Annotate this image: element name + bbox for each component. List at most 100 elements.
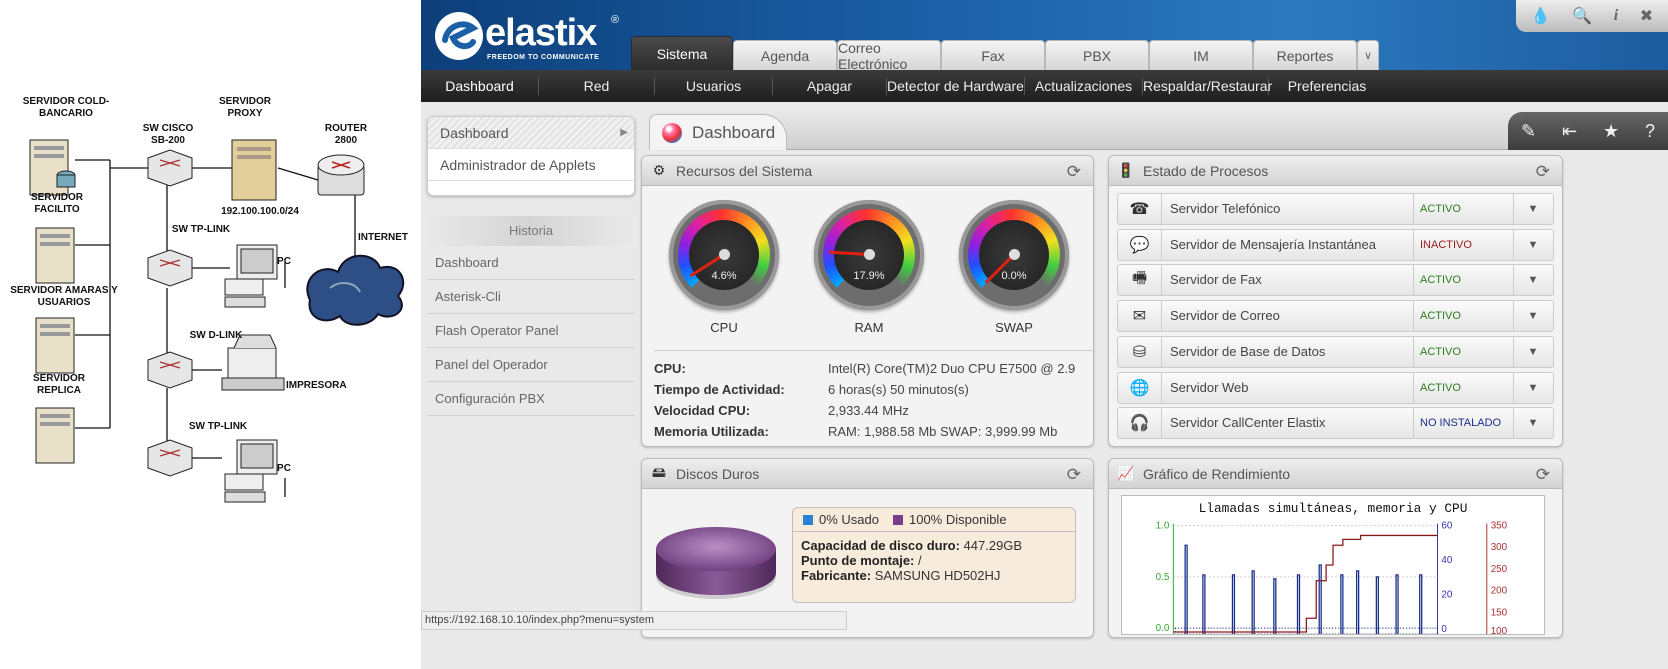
elastix-logo[interactable]: elastix FREEDOM TO COMMUNICATE ®	[433, 10, 619, 65]
subnav-apagar[interactable]: Apagar	[773, 77, 887, 95]
globe-icon: 🌐	[1118, 372, 1162, 403]
chevron-down-icon[interactable]: ▼	[1514, 274, 1552, 286]
drop-icon[interactable]: 💧	[1531, 6, 1551, 26]
panel-recursos: ⚙ Recursos del Sistema ⟳ 4.6% CPU 17.9% …	[641, 155, 1094, 447]
refresh-icon[interactable]: ⟳	[1536, 162, 1550, 182]
tab-fax[interactable]: Fax	[941, 40, 1045, 70]
edit-icon[interactable]: ✎	[1521, 121, 1536, 142]
subnav-red[interactable]: Red	[539, 77, 655, 95]
cpu-series-line	[1184, 544, 1423, 634]
process-row: 🖷 Servidor de Fax ACTIVO ▼	[1117, 264, 1554, 297]
tab-im[interactable]: IM	[1149, 40, 1253, 70]
gauge-cpu-label: CPU	[710, 320, 738, 335]
network-diagram: SERVIDOR COLD- BANCARIO SERVIDOR PROXY S…	[0, 0, 420, 669]
tick-right: 100	[1491, 626, 1508, 635]
label-router: ROUTER 2800	[324, 123, 368, 146]
refresh-icon[interactable]: ⟳	[1067, 162, 1081, 182]
tick-left: 0.5	[1156, 572, 1170, 583]
tab-correo[interactable]: Correo Electrónico	[837, 40, 941, 72]
dashboard-tab[interactable]: Dashboard	[649, 114, 787, 150]
panel-discos-header: 🖴 Discos Duros ⟳	[642, 459, 1093, 489]
gauge-ram-value: 17.9%	[853, 270, 885, 282]
info-icon[interactable]: i	[1614, 7, 1618, 25]
tab-sistema[interactable]: Sistema	[631, 36, 733, 70]
subnav-actualizaciones[interactable]: Actualizaciones	[1025, 77, 1143, 95]
chevron-down-icon[interactable]: ▼	[1514, 310, 1552, 322]
chevron-down-icon[interactable]: ▼	[1514, 346, 1552, 358]
info-row: CPU: Intel(R) Core(TM)2 Duo CPU E7500 @ 2…	[654, 361, 1076, 376]
process-status: ACTIVO	[1414, 194, 1514, 224]
tab-pbx[interactable]: PBX	[1045, 40, 1149, 70]
historia-item-dashboard[interactable]: Dashboard	[427, 246, 635, 280]
tick-right: 300	[1491, 542, 1508, 553]
process-status: NO INSTALADO	[1414, 408, 1514, 439]
panel-grafico-header: 📈 Gráfico de Rendimiento ⟳	[1109, 459, 1562, 489]
database-icon: ⛁	[1118, 336, 1162, 367]
dashboard-title: Dashboard	[692, 122, 776, 142]
chevron-down-icon[interactable]: ▼	[1514, 203, 1552, 215]
legend-free-swatch	[892, 514, 903, 525]
sub-navigation: Dashboard Red Usuarios Apagar Detector d…	[421, 70, 1668, 102]
subnav-respaldar[interactable]: Respaldar/Restaurar	[1143, 77, 1272, 95]
search-icon[interactable]: 🔍	[1572, 6, 1592, 26]
elastix-window: elastix FREEDOM TO COMMUNICATE ® 💧 🔍 i ✖…	[421, 0, 1668, 669]
tabs-more-chevron-icon[interactable]: ∨	[1357, 40, 1379, 70]
help-icon[interactable]: ?	[1645, 121, 1655, 142]
star-icon[interactable]: ★	[1603, 121, 1619, 142]
tick-mid: 40	[1441, 555, 1452, 566]
applets-item-dashboard[interactable]: Dashboard ▶	[428, 117, 634, 149]
historia-item-panel-operador[interactable]: Panel del Operador	[427, 348, 635, 382]
refresh-icon[interactable]: ⟳	[1536, 465, 1550, 485]
label-sw-dlink: SW D-LINK	[189, 330, 243, 341]
legend-used-swatch	[803, 514, 813, 525]
headset-icon: 🎧	[1118, 408, 1162, 439]
gauge-icon: ⚙	[652, 162, 666, 178]
tick-left: 1.0	[1156, 521, 1170, 532]
subnav-dashboard[interactable]: Dashboard	[421, 77, 539, 95]
info-row: Tiempo de Actividad: 6 horas(s) 50 minuto…	[654, 382, 969, 397]
subnav-detector[interactable]: Detector de Hardware	[887, 77, 1025, 95]
phone-icon: ☎	[1118, 194, 1162, 224]
router-icon	[317, 154, 365, 196]
subnav-usuarios[interactable]: Usuarios	[655, 77, 773, 95]
chevron-down-icon[interactable]: ▼	[1514, 382, 1552, 394]
historia-item-config-pbx[interactable]: Configuración PBX	[427, 382, 635, 416]
panel-recursos-header: ⚙ Recursos del Sistema ⟳	[642, 156, 1093, 186]
historia-item-asterisk-cli[interactable]: Asterisk-Cli	[427, 280, 635, 314]
historia-item-flash-operator[interactable]: Flash Operator Panel	[427, 314, 635, 348]
tick-right: 250	[1491, 564, 1508, 575]
applets-item-admin[interactable]: Administrador de Applets	[428, 149, 634, 181]
label-server-facilito: SERVIDOR FACILITO	[30, 192, 84, 215]
applets-menu: Dashboard ▶ Administrador de Applets	[427, 116, 635, 196]
gauge-ram-label: RAM	[854, 320, 884, 335]
collapse-icon[interactable]: ⇤	[1562, 121, 1577, 142]
browser-status-bar: https://192.168.10.10/index.php?menu=sys…	[421, 611, 847, 630]
panel-procesos-header: 🚦 Estado de Procesos ⟳	[1109, 156, 1562, 186]
label-sw-tplink-2: SW TP-LINK	[188, 421, 248, 432]
dashboard-bar: Dashboard ✎ ⇤ ★ ?	[649, 112, 1668, 150]
chart-title: Llamadas simultáneas, memoria y CPU	[1199, 501, 1468, 516]
tick-mid: 60	[1441, 521, 1452, 532]
performance-chart-icon: 📈	[1117, 465, 1135, 481]
traffic-light-icon: 🚦	[1117, 162, 1135, 178]
subnav-preferencias[interactable]: Preferencias	[1269, 77, 1385, 95]
system-info: CPU: Intel(R) Core(TM)2 Duo CPU E7500 @ 2…	[654, 350, 1093, 445]
chevron-down-icon[interactable]: ▼	[1514, 417, 1552, 429]
chevron-down-icon[interactable]: ▼	[1514, 239, 1552, 251]
tools-icon[interactable]: ✖	[1640, 6, 1653, 26]
gauge-cpu: 4.6% CPU	[669, 200, 779, 360]
process-row: ✉ Servidor de Correo ACTIVO ▼	[1117, 300, 1554, 333]
tab-reportes[interactable]: Reportes	[1253, 40, 1357, 70]
disk-mountpoint: Punto de montaje: /	[801, 553, 922, 568]
tick-mid: 0	[1441, 624, 1447, 635]
refresh-icon[interactable]: ⟳	[1067, 465, 1081, 485]
tab-agenda[interactable]: Agenda	[733, 40, 837, 70]
panel-recursos-title: Recursos del Sistema	[676, 162, 813, 179]
performance-chart: Llamadas simultáneas, memoria y CPU 1.0 …	[1121, 495, 1545, 635]
process-row: ☎ Servidor Telefónico ACTIVO ▼	[1117, 193, 1554, 225]
main-tabs: Sistema Agenda Correo Electrónico Fax PB…	[631, 36, 1379, 72]
tick-left: 0.0	[1156, 623, 1170, 634]
panel-grafico-title: Gráfico de Rendimiento	[1143, 465, 1291, 482]
label-server-replica: SERVIDOR REPLICA	[32, 373, 86, 396]
disk-usage-chart	[656, 527, 776, 599]
